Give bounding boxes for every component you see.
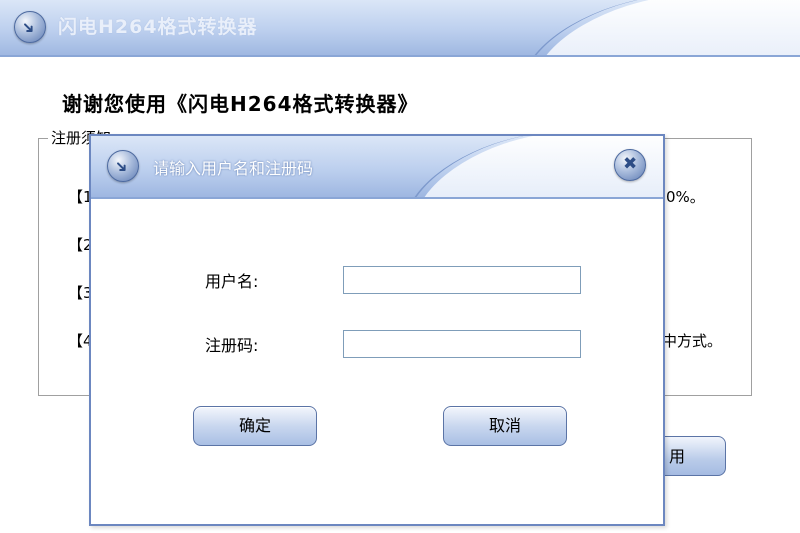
dialog-arrow-icon: ➜ — [107, 150, 139, 182]
ok-button[interactable]: 确定 — [193, 406, 317, 446]
main-titlebar: ➜ 闪电H264格式转换器 — [0, 0, 800, 56]
dialog-titlebar: ➜ 请输入用户名和注册码 ✖ — [91, 136, 663, 198]
registration-dialog: ➜ 请输入用户名和注册码 ✖ 用户名: 注册码: 确定 取消 — [89, 134, 665, 526]
close-icon[interactable]: ✖ — [614, 149, 646, 181]
welcome-heading: 谢谢您使用《闪电H264格式转换器》 — [62, 92, 419, 116]
main-window-title: 闪电H264格式转换器 — [58, 16, 258, 38]
username-input[interactable] — [343, 266, 581, 294]
username-label: 用户名: — [205, 272, 259, 291]
titlebar-divider — [0, 55, 800, 57]
cancel-button[interactable]: 取消 — [443, 406, 567, 446]
dialog-titlebar-divider — [91, 197, 663, 199]
titlebar-decoration-line — [527, 0, 800, 56]
app-arrow-icon: ➜ — [14, 11, 46, 43]
note-4-suffix: 中方式。 — [662, 332, 723, 350]
regcode-input[interactable] — [343, 330, 581, 358]
dialog-title: 请输入用户名和注册码 — [153, 159, 314, 178]
note-1-suffix: 0%。 — [666, 188, 705, 206]
regcode-label: 注册码: — [205, 336, 259, 355]
